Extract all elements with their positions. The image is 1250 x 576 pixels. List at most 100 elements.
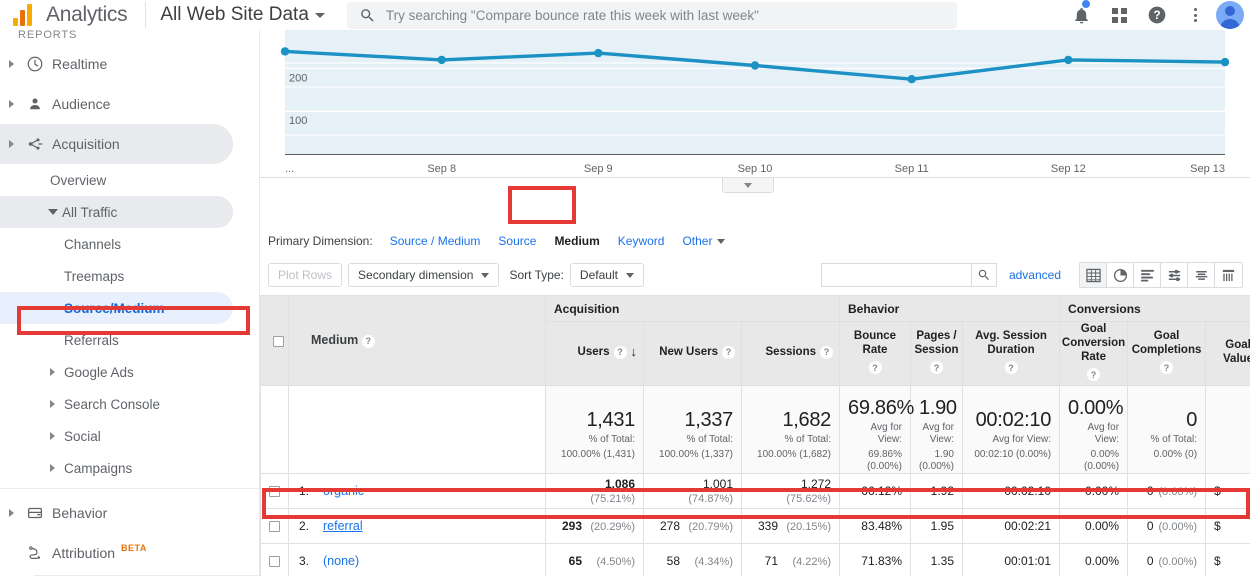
table-row[interactable]: 1. organic 1,086 (75.21%) 1,001 (74.87%) 1… [260, 473, 1250, 509]
sidebar-item-channels[interactable]: Channels [0, 228, 233, 260]
column-header-sessions[interactable]: Sessions? [741, 321, 840, 386]
column-header-pages-session[interactable]: Pages / Session? [910, 321, 963, 386]
dimension-column-header[interactable]: Medium ? [288, 295, 546, 386]
sidebar-item-realtime[interactable]: Realtime [0, 44, 233, 84]
help-icon[interactable]: ? [722, 345, 735, 359]
help-icon[interactable]: ? [868, 361, 882, 374]
table-row[interactable]: 3. (none) 65 (4.50%) 58 (4.34%) 71 (4.22%) … [260, 543, 1250, 576]
advanced-filter-link[interactable]: advanced [1009, 268, 1061, 282]
summary-value: 1,431 [586, 408, 635, 431]
sidebar-item-attribution[interactable]: Attribution BETA [0, 533, 233, 573]
term-cloud-icon[interactable] [1188, 263, 1215, 287]
table-search-button[interactable] [970, 263, 997, 287]
sidebar-item-campaigns[interactable]: Campaigns [0, 452, 233, 484]
svg-text:100: 100 [289, 115, 307, 127]
expand-arrow-icon [4, 100, 18, 108]
pivot-view-icon[interactable] [1215, 263, 1242, 287]
sidebar-item-treemaps[interactable]: Treemaps [0, 260, 233, 292]
chart-x-tick-labels: ... Sep 8 Sep 9 Sep 10 Sep 11 Sep 12 Sep 13 [260, 155, 1250, 179]
secondary-dimension-button[interactable]: Secondary dimension [348, 263, 500, 287]
table-view-icon[interactable] [1080, 263, 1107, 287]
chart-data-point[interactable] [1220, 57, 1230, 67]
help-icon[interactable]: ? [361, 334, 375, 348]
help-icon[interactable]: ? [930, 361, 943, 374]
primary-dimension-source-medium[interactable]: Source / Medium [381, 234, 490, 248]
row-index: 3. [299, 554, 310, 568]
chart-x-tick: Sep 9 [583, 163, 613, 175]
summary-sub2: 00:02:10 (0.00%) [974, 448, 1052, 460]
summary-value: 1,682 [782, 408, 831, 431]
row-checkbox[interactable] [269, 486, 280, 498]
pie-view-icon[interactable] [1107, 263, 1134, 287]
row-cell-users: 65 (4.50%) [545, 543, 644, 576]
sidebar-item-referrals[interactable]: Referrals [0, 324, 233, 356]
collapse-chart-button[interactable] [722, 178, 774, 193]
select-all-checkbox[interactable] [273, 335, 284, 347]
help-icon[interactable]: ? [1138, 0, 1176, 30]
plot-rows-button[interactable]: Plot Rows [268, 263, 343, 287]
expand-arrow-icon [4, 140, 18, 148]
sidebar-item-google-ads[interactable]: Google Ads [0, 356, 233, 388]
apps-grid-icon[interactable] [1100, 0, 1138, 30]
primary-dimension-other[interactable]: Other [673, 234, 734, 248]
chart-data-point[interactable] [750, 61, 760, 70]
row-select-cell [260, 543, 289, 576]
expand-arrow-icon [4, 509, 18, 517]
sidebar-item-all-traffic[interactable]: All Traffic [0, 196, 233, 228]
row-checkbox[interactable] [269, 521, 280, 533]
row-dimension-link[interactable]: referral [323, 519, 363, 533]
summary-sub1: % of Total: [1150, 433, 1198, 445]
sidebar-item-source-medium[interactable]: Source/Medium [0, 292, 233, 324]
primary-dimension-keyword[interactable]: Keyword [609, 234, 674, 248]
column-header-users[interactable]: Users? ↓ [545, 321, 644, 386]
chart-data-point[interactable] [907, 75, 916, 84]
help-icon[interactable]: ? [1004, 361, 1018, 374]
row-dimension-link[interactable]: organic [323, 484, 364, 498]
sort-descending-icon: ↓ [630, 343, 638, 359]
primary-dimension-medium[interactable]: Medium [545, 234, 608, 248]
row-dimension-link[interactable]: (none) [323, 554, 359, 568]
sidebar-subitem-label: Source/Medium [64, 300, 165, 316]
sidebar-item-acquisition[interactable]: Acquisition [0, 124, 233, 164]
sort-type-button[interactable]: Default [569, 263, 644, 287]
sidebar-item-behavior[interactable]: Behavior [0, 493, 233, 533]
summary-sub1: % of Total: [686, 433, 733, 445]
avatar[interactable] [1216, 1, 1244, 29]
performance-view-icon[interactable] [1134, 263, 1161, 287]
column-header-avg-session-duration[interactable]: Avg. Session Duration? [961, 321, 1061, 386]
table-search-input[interactable] [820, 263, 971, 287]
summary-sub2: 69.86% (0.00%) [866, 448, 902, 472]
help-icon[interactable]: ? [613, 345, 627, 359]
chart-svg: 200 100 [280, 30, 1230, 154]
primary-dimension-source[interactable]: Source [489, 234, 545, 248]
row-checkbox[interactable] [269, 556, 280, 568]
chart-data-point[interactable] [280, 47, 290, 56]
column-header-bounce-rate[interactable]: Bounce Rate? [839, 321, 911, 386]
chart-data-point[interactable] [594, 48, 603, 58]
column-header-new-users[interactable]: New Users? [643, 321, 742, 386]
column-header-goal-value[interactable]: Goal Value [1205, 321, 1250, 386]
sidebar-item-search-console[interactable]: Search Console [0, 388, 233, 420]
row-cell-users: 1,086 (75.21%) [545, 473, 644, 509]
account-picker[interactable]: All Web Site Data [160, 4, 325, 26]
comparison-view-icon[interactable] [1161, 263, 1188, 287]
global-search[interactable]: Try searching "Compare bounce rate this … [346, 1, 957, 29]
sidebar-item-overview[interactable]: Overview [0, 164, 233, 196]
sidebar-subitem-label: Treemaps [64, 268, 125, 284]
sidebar-subitem-label: Overview [50, 172, 107, 188]
help-icon[interactable]: ? [1160, 361, 1174, 374]
cell-value: 0 [1146, 484, 1154, 498]
table-row[interactable]: 2. referral 293 (20.29%) 278 (20.79%) 339 (… [260, 508, 1250, 544]
chart-data-point[interactable] [437, 55, 446, 65]
person-icon [18, 95, 52, 113]
help-icon[interactable]: ? [1087, 368, 1101, 381]
column-header-goal-conversion-rate[interactable]: Goal Conversion Rate? [1059, 321, 1129, 386]
more-options-icon[interactable] [1176, 0, 1214, 30]
sidebar-item-audience[interactable]: Audience [0, 84, 233, 124]
help-icon[interactable]: ? [820, 345, 833, 359]
column-header-goal-completions[interactable]: Goal Completions? [1127, 321, 1207, 386]
sidebar-item-social[interactable]: Social [0, 420, 233, 452]
notifications-icon[interactable] [1062, 0, 1100, 30]
chart-data-point[interactable] [1064, 55, 1073, 65]
row-cell-goal-completions: 0 (0.00%) [1127, 543, 1207, 576]
